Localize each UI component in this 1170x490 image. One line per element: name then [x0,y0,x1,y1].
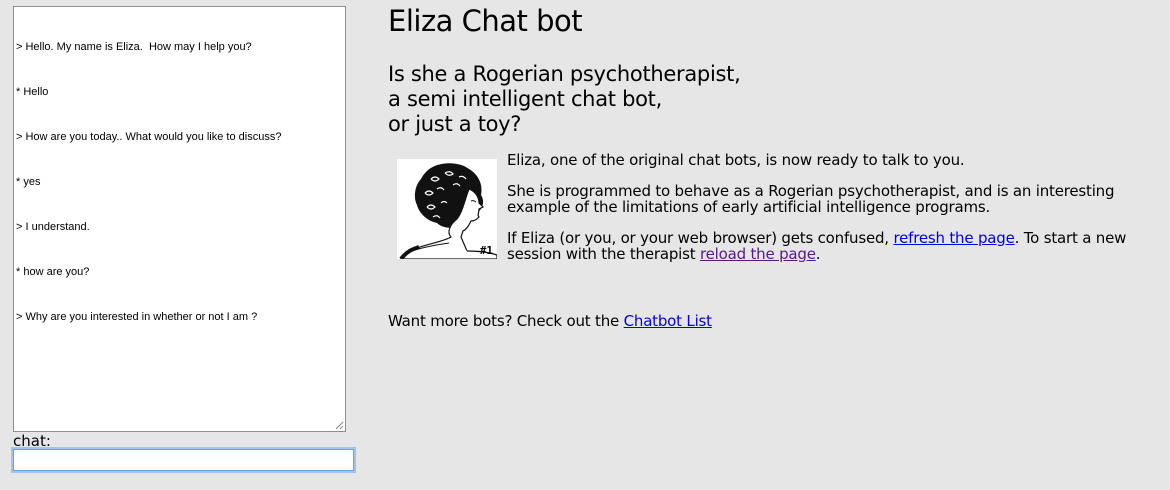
portrait-caption: #1 [479,244,493,257]
chat-label: chat: [13,432,51,450]
more-bots-text: Want more bots? Check out the [388,312,624,330]
resize-grip-icon[interactable] [335,421,344,430]
reload-page-link[interactable]: reload the page [700,245,816,263]
more-bots-line: Want more bots? Check out the Chatbot Li… [388,312,712,330]
chat-log-line: * yes [16,176,41,188]
page-title: Eliza Chat bot [388,4,583,38]
chat-panel: > Hello. My name is Eliza. How may I hel… [13,6,358,471]
eliza-portrait-image: #1 [397,159,498,261]
chat-input[interactable] [13,449,354,471]
main-content: Eliza Chat bot Is she a Rogerian psychot… [388,0,1158,330]
paragraph-3-text: . [815,245,821,263]
subtitle-line: Is she a Rogerian psychotherapist, [388,62,741,86]
chat-log-line: * how are you? [16,266,90,278]
chat-log-line: > How are you today.. What would you lik… [16,131,282,143]
subtitle-line: or just a toy? [388,112,522,136]
chat-log-line: > I understand. [16,221,90,233]
chat-log-line: * Hello [16,86,49,98]
intro-paragraph-2: She is programmed to behave as a Rogeria… [507,182,1115,216]
intro-paragraph-1: Eliza, one of the original chat bots, is… [507,151,965,169]
intro-paragraph-3: If Eliza (or you, or your web browser) g… [507,230,1157,262]
subtitle-line: a semi intelligent chat bot, [388,87,662,111]
chatbot-list-link[interactable]: Chatbot List [624,312,712,330]
chat-log-line: > Why are you interested in whether or n… [16,311,258,323]
refresh-page-link[interactable]: refresh the page [893,229,1014,247]
page-subtitle: Is she a Rogerian psychotherapist, a sem… [388,62,1158,137]
chat-log-line: > Hello. My name is Eliza. How may I hel… [16,41,252,53]
intro-text: Eliza, one of the original chat bots, is… [507,152,1157,277]
chat-log-textarea[interactable]: > Hello. My name is Eliza. How may I hel… [13,6,346,432]
